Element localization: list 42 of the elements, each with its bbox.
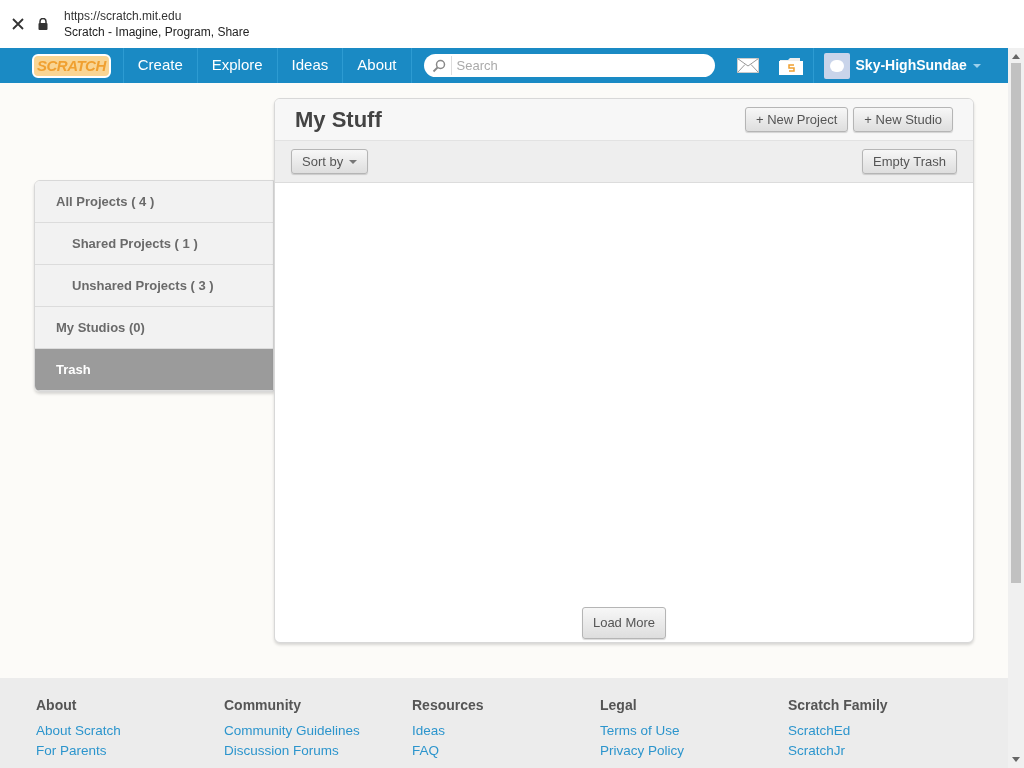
new-item-button[interactable]: + New Studio xyxy=(853,107,953,132)
sidebar-item[interactable]: Unshared Projects ( 3 ) xyxy=(35,265,273,307)
footer-link[interactable]: About Scratch xyxy=(36,721,224,741)
sidebar-item[interactable]: Trash xyxy=(35,349,273,391)
sidebar-item[interactable]: All Projects ( 4 ) xyxy=(35,181,273,223)
footer-link[interactable]: For Parents xyxy=(36,741,224,761)
scrollbar[interactable] xyxy=(1008,48,1024,768)
footer-link[interactable]: Community Guidelines xyxy=(224,721,412,741)
avatar-icon[interactable] xyxy=(823,52,850,79)
footer-link[interactable]: Privacy Policy xyxy=(600,741,788,761)
footer-heading: Community xyxy=(224,697,302,713)
footer-link[interactable]: Discussion Forums xyxy=(224,741,412,761)
username-menu[interactable]: Sky-HighSundae xyxy=(855,55,981,76)
footer-heading: Resources xyxy=(412,697,485,713)
close-icon[interactable] xyxy=(12,18,24,30)
scroll-up-icon[interactable] xyxy=(1012,54,1020,59)
load-more-button[interactable]: Load More xyxy=(581,607,667,639)
sidebar-item[interactable]: My Studios (0) xyxy=(35,307,273,349)
sidebar-item[interactable]: Shared Projects ( 1 ) xyxy=(35,223,273,265)
search-field[interactable]: Search xyxy=(450,55,715,76)
page-url: https://scratch.mit.edu xyxy=(64,10,183,22)
footer-link[interactable]: FAQ xyxy=(412,741,600,761)
footer-link[interactable]: ScratchJr xyxy=(788,741,976,761)
caret-icon xyxy=(349,159,358,164)
page-title: Scratch - Imagine, Program, Share xyxy=(64,26,250,38)
footer-link[interactable]: Ideas xyxy=(412,721,600,741)
footer-heading: About xyxy=(36,697,78,713)
folder-icon[interactable] xyxy=(778,56,803,75)
empty-trash-button[interactable]: Empty Trash xyxy=(862,149,957,174)
sort-dropdown[interactable]: Sort by xyxy=(291,149,369,174)
envelope-icon[interactable] xyxy=(736,58,759,73)
caret-icon xyxy=(972,63,981,68)
footer-heading: Scratch Family xyxy=(788,697,889,713)
footer-heading: Legal xyxy=(600,697,638,713)
scroll-down-icon[interactable] xyxy=(1012,757,1020,762)
search-icon xyxy=(431,58,446,73)
new-item-button[interactable]: + New Project xyxy=(745,107,849,132)
search-bar[interactable]: Search xyxy=(423,54,715,77)
lock-icon xyxy=(38,18,48,30)
footer-link[interactable]: ScratchEd xyxy=(788,721,976,741)
panel-title: My Stuff xyxy=(295,106,382,134)
footer-link[interactable]: Terms of Use xyxy=(600,721,788,741)
